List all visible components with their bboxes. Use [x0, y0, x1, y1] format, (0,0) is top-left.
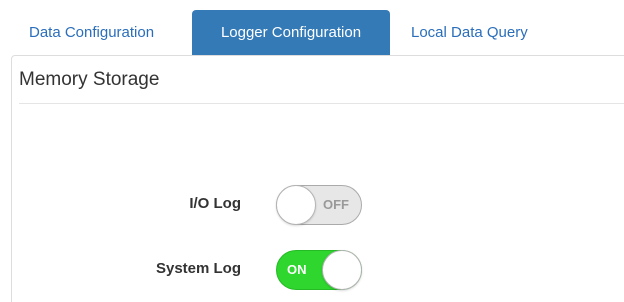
tab-logger-configuration[interactable]: Logger Configuration: [192, 10, 390, 55]
system-log-label: System Log: [155, 260, 241, 277]
io-log-toggle[interactable]: OFF: [276, 185, 362, 225]
tab-local-data-query[interactable]: Local Data Query: [390, 10, 528, 55]
logger-config-page: Data Configuration Logger Configuration …: [0, 0, 624, 302]
system-log-toggle-knob: [322, 250, 362, 290]
io-log-toggle-text: OFF: [323, 197, 349, 212]
system-log-toggle-text: ON: [287, 262, 307, 277]
section-title: Memory Storage: [19, 69, 160, 90]
io-log-toggle-knob: [276, 185, 316, 225]
tab-data-configuration[interactable]: Data Configuration: [11, 10, 192, 55]
config-tabs: Data Configuration Logger Configuration …: [11, 10, 528, 55]
io-log-label: I/O Log: [189, 195, 241, 212]
system-log-toggle[interactable]: ON: [276, 250, 362, 290]
section-divider: [19, 103, 624, 104]
